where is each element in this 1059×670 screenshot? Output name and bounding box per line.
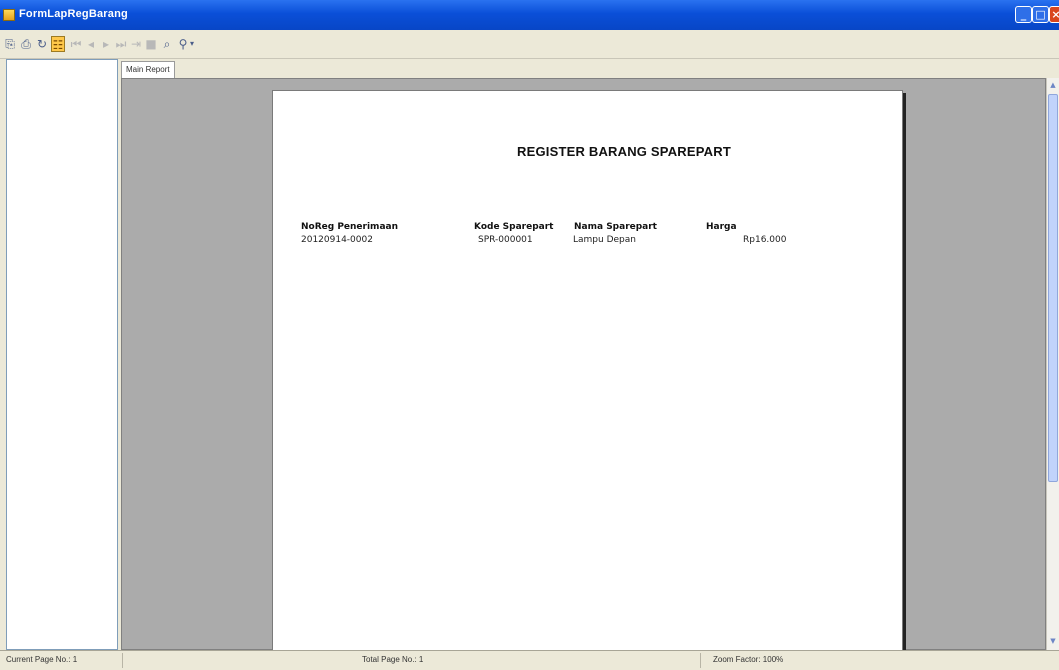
vertical-scrollbar[interactable]: ▲ ▼ <box>1046 78 1059 650</box>
report-page <box>272 90 903 660</box>
print-icon[interactable]: ⎙ <box>19 36 33 52</box>
export-icon[interactable]: ⎘ <box>3 36 17 52</box>
stop-icon[interactable]: ■ <box>144 36 158 52</box>
cell-kode: SPR-000001 <box>478 235 533 245</box>
status-bar: Current Page No.: 1 Total Page No.: 1 Zo… <box>0 650 1059 670</box>
previous-page-icon[interactable]: ◂ <box>84 36 98 52</box>
title-bar: FormLapRegBarang _ □ × <box>0 0 1059 30</box>
scroll-up-icon[interactable]: ▲ <box>1047 79 1059 92</box>
first-page-icon[interactable]: ⏮ <box>69 36 83 52</box>
search-icon[interactable]: ⌕ <box>160 36 174 52</box>
refresh-icon[interactable]: ↻ <box>35 36 49 52</box>
column-header-harga: Harga <box>706 222 737 232</box>
close-button[interactable]: × <box>1049 6 1059 23</box>
cell-noreg: 20120914-0002 <box>301 235 373 245</box>
status-total-page: Total Page No.: 1 <box>362 655 424 664</box>
app-icon <box>3 9 15 21</box>
report-title: REGISTER BARANG SPAREPART <box>517 144 731 159</box>
status-current-page: Current Page No.: 1 <box>6 655 78 664</box>
tab-main-report[interactable]: Main Report <box>121 61 175 78</box>
group-tree-icon[interactable]: ☷ <box>51 36 65 52</box>
scroll-thumb[interactable] <box>1048 94 1058 482</box>
cell-nama: Lampu Depan <box>573 235 636 245</box>
window-title: FormLapRegBarang <box>19 8 128 20</box>
column-header-kode: Kode Sparepart <box>474 222 554 232</box>
cell-harga: Rp16.000 <box>743 235 787 245</box>
status-zoom: Zoom Factor: 100% <box>713 655 784 664</box>
column-header-nama: Nama Sparepart <box>574 222 657 232</box>
minimize-button[interactable]: _ <box>1015 6 1032 23</box>
status-divider <box>700 653 701 668</box>
next-page-icon[interactable]: ▸ <box>99 36 113 52</box>
column-header-noreg: NoReg Penerimaan <box>301 222 398 232</box>
maximize-button[interactable]: □ <box>1032 6 1049 23</box>
last-page-icon[interactable]: ⏭ <box>114 36 128 52</box>
report-toolbar: ⎘ ⎙ ↻ ☷ ⏮ ◂ ▸ ⏭ ⇥ ■ ⌕ ⚲ ▾ <box>0 30 1059 59</box>
group-tree-panel[interactable] <box>6 59 118 650</box>
status-divider <box>122 653 123 668</box>
chevron-down-icon[interactable]: ▾ <box>188 36 196 52</box>
scroll-down-icon[interactable]: ▼ <box>1047 635 1059 648</box>
goto-page-icon[interactable]: ⇥ <box>129 36 143 52</box>
